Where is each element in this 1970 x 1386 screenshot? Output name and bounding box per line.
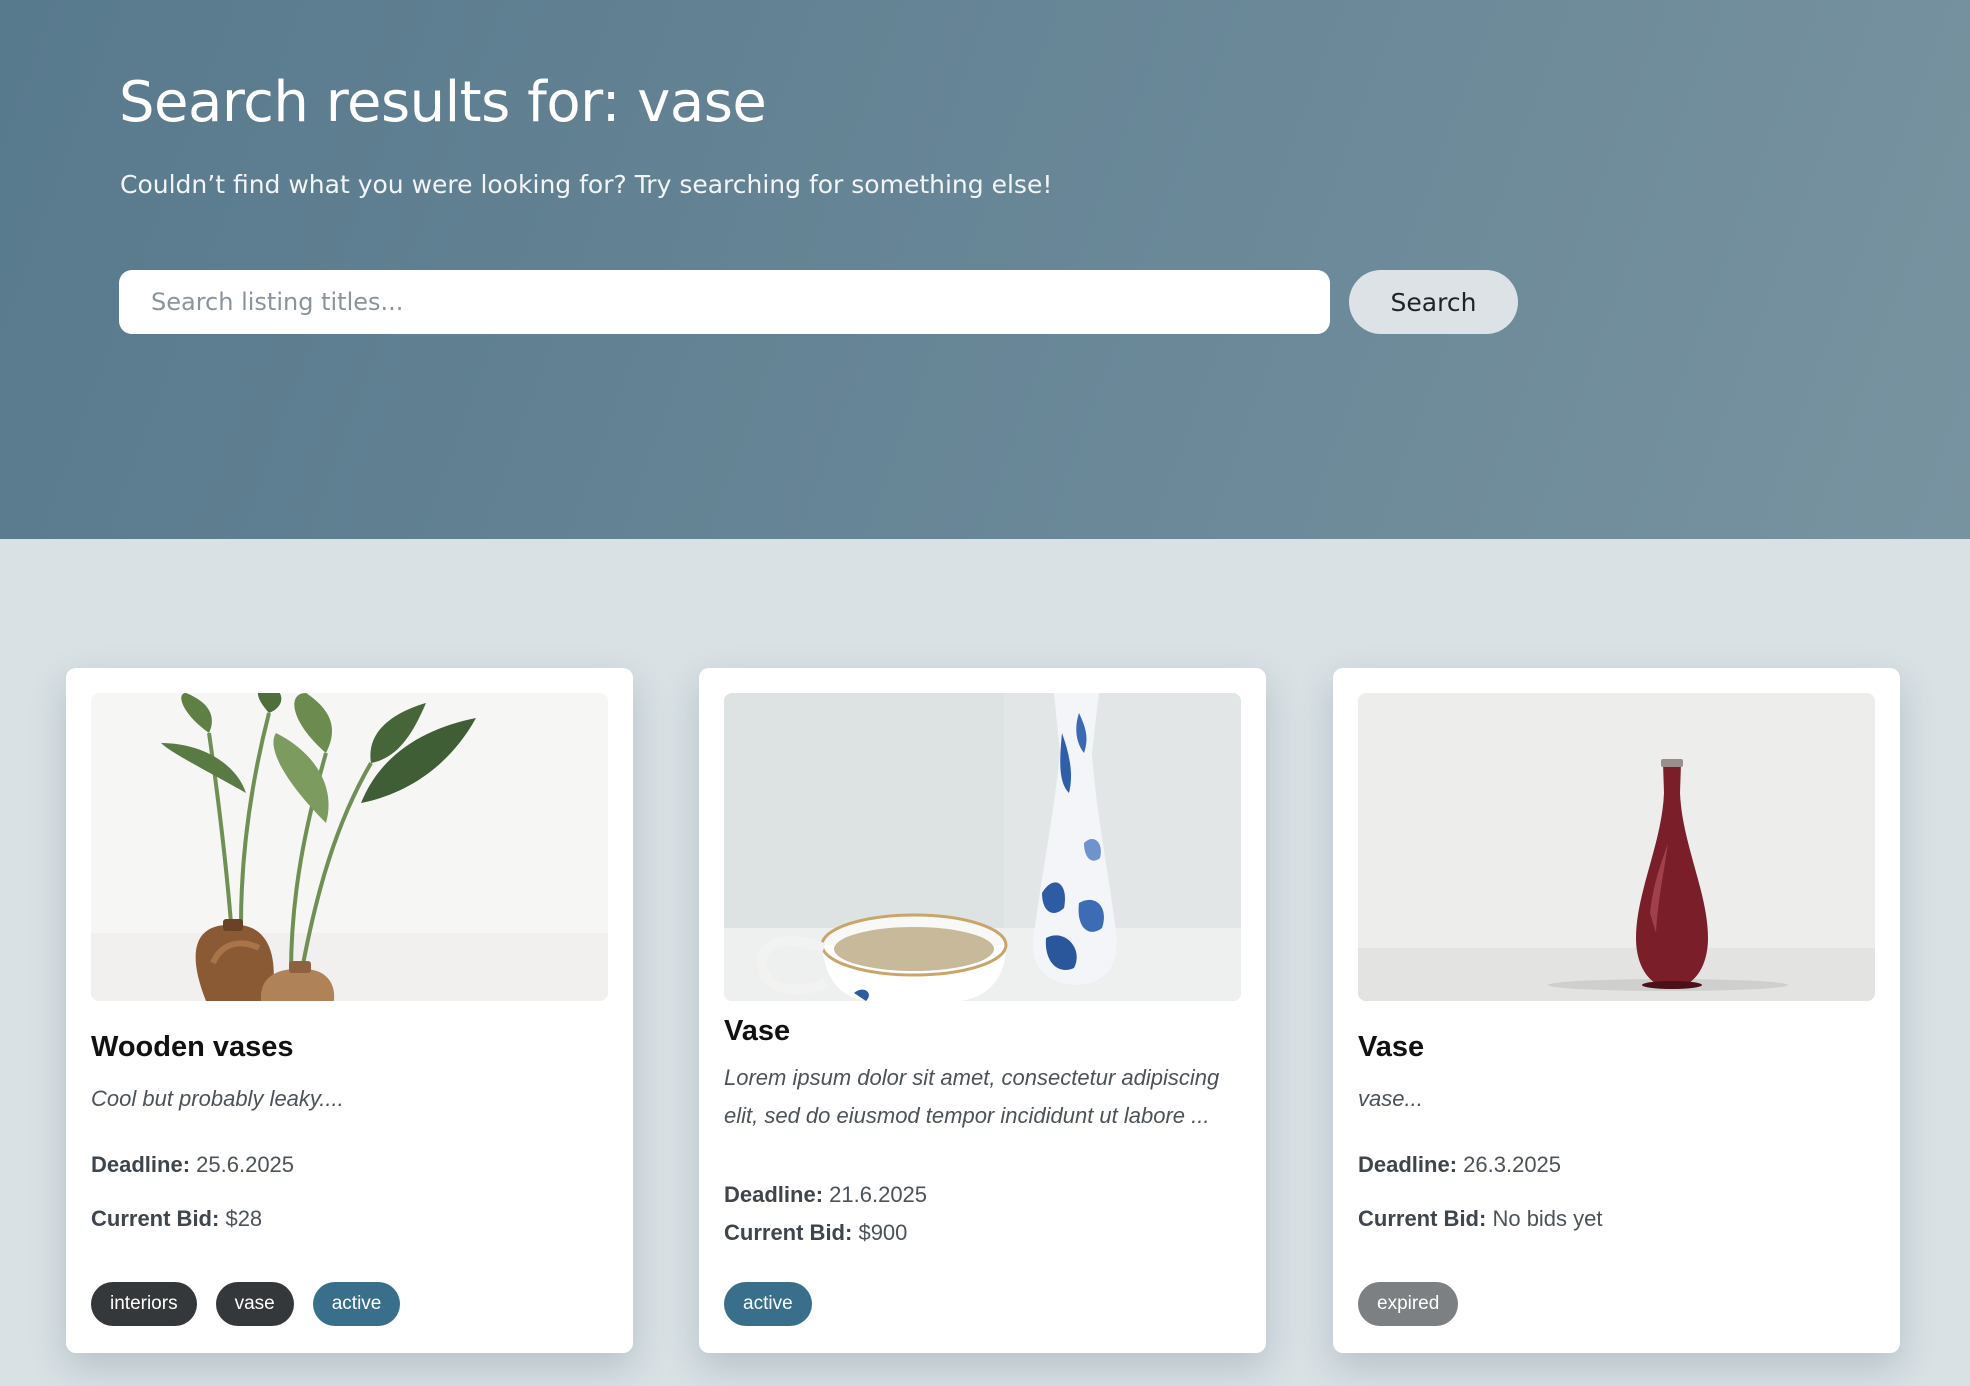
listing-deadline: Deadline: 21.6.2025 [724, 1182, 927, 1208]
deadline-value: 26.3.2025 [1463, 1152, 1562, 1177]
status-badge: expired [1358, 1282, 1459, 1326]
plant-in-wooden-vases-image [91, 693, 608, 1001]
deadline-value: 21.6.2025 [829, 1182, 928, 1207]
listing-title[interactable]: Wooden vases [91, 1031, 294, 1064]
search-hero: Search results for: vase Couldn’t find w… [0, 0, 1970, 539]
current-bid-label: Current Bid: [91, 1206, 220, 1231]
porcelain-vase-and-teacup-image [724, 693, 1241, 1001]
listing-card[interactable]: Vase vase... Deadline: 26.3.2025 Current… [1333, 668, 1900, 1353]
deadline-label: Deadline: [1358, 1152, 1458, 1177]
listing-description: Cool but probably leaky.... [91, 1086, 344, 1111]
listing-deadline: Deadline: 26.3.2025 [1358, 1152, 1561, 1178]
current-bid-label: Current Bid: [1358, 1206, 1487, 1231]
listing-description: vase... [1358, 1086, 1423, 1111]
listing-tags: active [724, 1282, 812, 1326]
listing-image[interactable] [1358, 693, 1875, 1001]
current-bid-value: No bids yet [1492, 1206, 1603, 1231]
deadline-value: 25.6.2025 [196, 1152, 295, 1177]
deadline-label: Deadline: [724, 1182, 824, 1207]
listing-deadline: Deadline: 25.6.2025 [91, 1152, 294, 1178]
listing-image[interactable] [91, 693, 608, 1001]
current-bid-value: $900 [858, 1220, 908, 1245]
listing-description: Lorem ipsum dolor sit amet, consectetur … [724, 1065, 1220, 1128]
listing-tags: expired [1358, 1282, 1459, 1326]
status-badge: active [312, 1282, 401, 1326]
current-bid-label: Current Bid: [724, 1220, 853, 1245]
tag-interiors[interactable]: interiors [91, 1282, 197, 1326]
deadline-label: Deadline: [91, 1152, 191, 1177]
listing-title[interactable]: Vase [724, 1015, 790, 1048]
search-input[interactable] [119, 270, 1330, 334]
red-bud-vase-image [1358, 693, 1875, 1001]
current-bid-value: $28 [225, 1206, 263, 1231]
listing-title[interactable]: Vase [1358, 1031, 1424, 1064]
listing-card[interactable]: Vase Lorem ipsum dolor sit amet, consect… [699, 668, 1266, 1353]
listing-current-bid: Current Bid: No bids yet [1358, 1206, 1603, 1232]
listing-tags: interiors vase active [91, 1282, 401, 1326]
search-hint: Couldn’t find what you were looking for?… [120, 170, 1053, 199]
listing-current-bid: Current Bid: $28 [91, 1206, 262, 1232]
status-badge: active [724, 1282, 812, 1326]
listing-current-bid: Current Bid: $900 [724, 1220, 907, 1246]
listing-card[interactable]: Wooden vases Cool but probably leaky....… [66, 668, 633, 1353]
listing-image[interactable] [724, 693, 1241, 1001]
page-title: Search results for: vase [119, 70, 767, 135]
tag-vase[interactable]: vase [215, 1282, 294, 1326]
search-button[interactable]: Search [1349, 270, 1518, 334]
